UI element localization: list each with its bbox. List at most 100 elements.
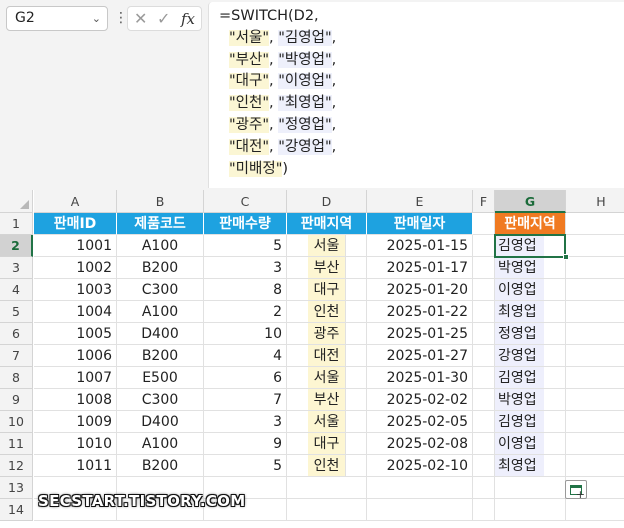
result-cell[interactable]: 박영업 xyxy=(495,257,544,279)
grid-cell[interactable] xyxy=(566,279,624,301)
column-header-f[interactable]: F xyxy=(473,190,495,213)
row-header-1[interactable]: 1 xyxy=(0,213,33,235)
grid-cell[interactable] xyxy=(473,477,495,499)
grid-cell[interactable] xyxy=(473,257,495,279)
grid-cell[interactable] xyxy=(473,345,495,367)
result-cell[interactable]: 최영업 xyxy=(495,455,544,477)
table-cell[interactable]: 대전 xyxy=(308,345,346,367)
column-header-a[interactable]: A xyxy=(34,190,117,213)
grid-cell[interactable] xyxy=(566,235,624,257)
table-cell[interactable]: 1007 xyxy=(34,367,117,389)
result-header-cell[interactable]: 판매지역 xyxy=(495,213,566,235)
table-cell[interactable]: A100 xyxy=(117,301,204,323)
result-cell[interactable]: 김영업 xyxy=(495,411,544,433)
grid-cell[interactable] xyxy=(473,433,495,455)
row-header-4[interactable]: 4 xyxy=(0,279,33,301)
grid-cell[interactable] xyxy=(566,367,624,389)
table-header-cell[interactable]: 제품코드 xyxy=(117,213,204,235)
table-cell[interactable]: 2025-01-25 xyxy=(367,323,473,345)
result-cell[interactable]: 정영업 xyxy=(495,323,544,345)
table-cell[interactable]: 1003 xyxy=(34,279,117,301)
table-cell[interactable]: 1006 xyxy=(34,345,117,367)
table-cell[interactable]: 인천 xyxy=(308,301,346,323)
table-cell[interactable]: 1010 xyxy=(34,433,117,455)
column-header-h[interactable]: H xyxy=(566,190,624,213)
result-cell[interactable]: 김영업 xyxy=(495,367,544,389)
grid-cell[interactable] xyxy=(473,411,495,433)
table-cell[interactable]: 2025-01-20 xyxy=(367,279,473,301)
table-cell[interactable]: 인천 xyxy=(308,455,346,477)
table-cell[interactable]: D400 xyxy=(117,411,204,433)
grid-cell[interactable] xyxy=(566,323,624,345)
table-cell[interactable]: 1004 xyxy=(34,301,117,323)
column-header-g[interactable]: G xyxy=(495,190,566,213)
table-header-cell[interactable]: 판매ID xyxy=(34,213,117,235)
table-cell[interactable]: C300 xyxy=(117,279,204,301)
table-cell[interactable]: 5 xyxy=(204,235,287,257)
result-cell[interactable]: 이영업 xyxy=(495,433,544,455)
grid-cell[interactable] xyxy=(566,389,624,411)
row-header-9[interactable]: 9 xyxy=(0,389,33,411)
quick-analysis-icon[interactable] xyxy=(565,480,587,501)
table-cell[interactable]: 1005 xyxy=(34,323,117,345)
table-cell[interactable]: 3 xyxy=(204,411,287,433)
row-header-14[interactable]: 14 xyxy=(0,499,33,521)
row-header-12[interactable]: 12 xyxy=(0,455,33,477)
table-cell[interactable]: 7 xyxy=(204,389,287,411)
table-cell[interactable]: 부산 xyxy=(308,389,346,411)
row-header-8[interactable]: 8 xyxy=(0,367,33,389)
row-header-3[interactable]: 3 xyxy=(0,257,33,279)
grid-cell[interactable] xyxy=(473,499,495,521)
column-header-e[interactable]: E xyxy=(367,190,473,213)
row-header-6[interactable]: 6 xyxy=(0,323,33,345)
row-header-2[interactable]: 2 xyxy=(0,235,33,257)
table-cell[interactable]: 서울 xyxy=(308,235,346,257)
grid-cell[interactable] xyxy=(287,499,367,521)
table-cell[interactable]: D400 xyxy=(117,323,204,345)
grid-cell[interactable] xyxy=(495,499,566,521)
column-header-d[interactable]: D xyxy=(287,190,367,213)
row-header-10[interactable]: 10 xyxy=(0,411,33,433)
result-cell[interactable]: 강영업 xyxy=(495,345,544,367)
grid-cell[interactable] xyxy=(473,367,495,389)
more-options-icon[interactable]: ⋮ xyxy=(114,9,128,27)
table-cell[interactable]: 대구 xyxy=(308,433,346,455)
table-cell[interactable]: 3 xyxy=(204,257,287,279)
table-cell[interactable]: 2025-01-27 xyxy=(367,345,473,367)
grid-cell[interactable] xyxy=(495,477,566,499)
table-cell[interactable]: B200 xyxy=(117,257,204,279)
table-cell[interactable]: 2025-02-10 xyxy=(367,455,473,477)
insert-function-icon[interactable]: fx xyxy=(181,9,195,29)
table-cell[interactable]: 2025-01-17 xyxy=(367,257,473,279)
row-header-11[interactable]: 11 xyxy=(0,433,33,455)
table-cell[interactable]: 9 xyxy=(204,433,287,455)
table-cell[interactable]: A100 xyxy=(117,235,204,257)
table-cell[interactable]: 2025-02-08 xyxy=(367,433,473,455)
row-header-5[interactable]: 5 xyxy=(0,301,33,323)
table-cell[interactable]: B200 xyxy=(117,455,204,477)
grid-cell[interactable] xyxy=(566,411,624,433)
chevron-down-icon[interactable]: ⌄ xyxy=(92,7,101,30)
table-header-cell[interactable]: 판매지역 xyxy=(287,213,367,235)
table-cell[interactable]: 1008 xyxy=(34,389,117,411)
table-cell[interactable]: 2025-01-15 xyxy=(367,235,473,257)
table-cell[interactable]: 2025-02-02 xyxy=(367,389,473,411)
table-header-cell[interactable]: 판매수량 xyxy=(204,213,287,235)
result-cell[interactable]: 박영업 xyxy=(495,389,544,411)
table-cell[interactable]: 광주 xyxy=(308,323,346,345)
table-cell[interactable]: 서울 xyxy=(308,411,346,433)
table-cell[interactable]: 서울 xyxy=(308,367,346,389)
grid-cell[interactable] xyxy=(473,301,495,323)
grid-cell[interactable] xyxy=(566,345,624,367)
table-cell[interactable]: 1001 xyxy=(34,235,117,257)
result-cell[interactable]: 이영업 xyxy=(495,279,544,301)
table-cell[interactable]: 부산 xyxy=(308,257,346,279)
table-cell[interactable]: 1011 xyxy=(34,455,117,477)
formula-input[interactable]: =SWITCH(D2, "서울", "김영업", "부산", "박영업", "대구",… xyxy=(208,2,624,188)
grid-cell[interactable] xyxy=(287,477,367,499)
grid-cell[interactable] xyxy=(473,235,495,257)
table-cell[interactable]: C300 xyxy=(117,389,204,411)
grid-cell[interactable] xyxy=(473,389,495,411)
table-cell[interactable]: 2025-02-05 xyxy=(367,411,473,433)
fill-handle[interactable] xyxy=(563,254,569,260)
